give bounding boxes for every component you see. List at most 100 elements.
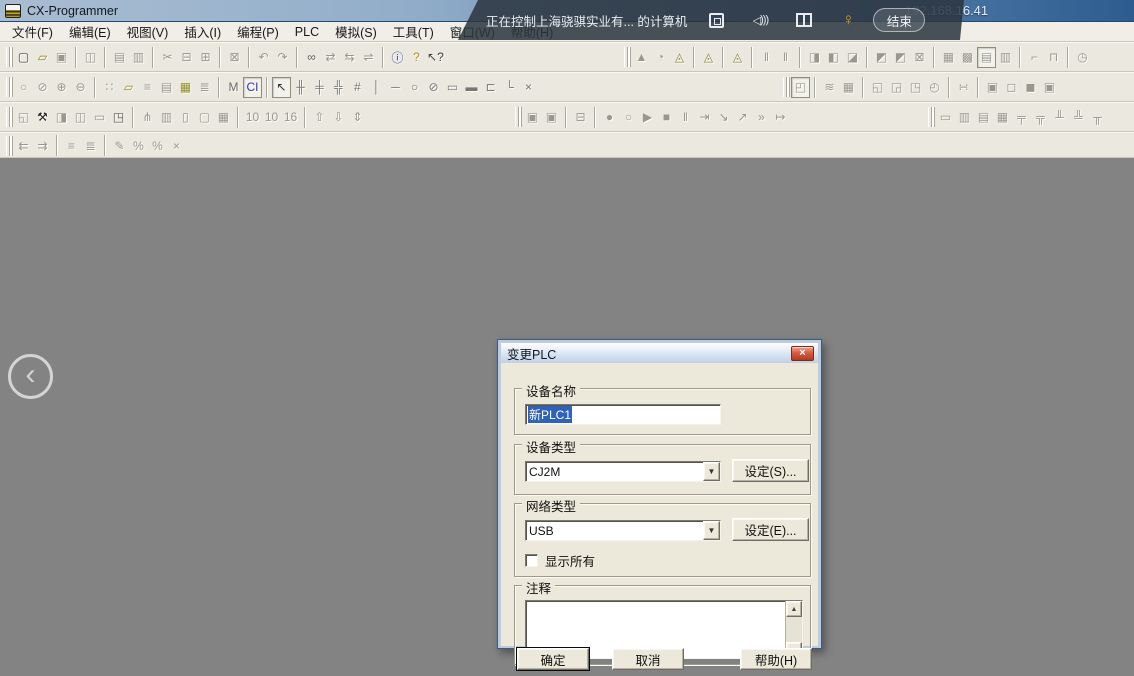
build-program-icon[interactable]: ⚒ [33,107,52,128]
address-reference-icon[interactable]: ▯ [176,107,195,128]
save-icon[interactable]: ▣ [52,47,71,68]
menu-view[interactable]: 视图(V) [119,20,177,43]
function-block-icon[interactable]: ⊏ [481,77,500,98]
coil-nc-icon[interactable]: ⊘ [424,77,443,98]
sim-run-icon[interactable]: ▶ [638,107,657,128]
force-cancel-icon[interactable]: ◴ [925,77,944,98]
monitor-window1-icon[interactable]: ▣ [983,77,1002,98]
pause-flag-clear-icon[interactable]: ○ [619,107,638,128]
cpu-unit-icon[interactable]: ▥ [955,107,974,128]
replace-ab-icon[interactable]: ⇌ [359,47,378,68]
or-contact-nc-icon[interactable]: # [348,77,367,98]
instruction-box-icon[interactable]: ▭ [443,77,462,98]
monitor-window4-icon[interactable]: ▣ [1040,77,1059,98]
dip-switch-icon[interactable]: ▥ [996,47,1015,68]
force-off-icon[interactable]: ◲ [887,77,906,98]
properties-icon[interactable]: ◳ [109,107,128,128]
menu-plc[interactable]: PLC [287,23,327,41]
indent-icon[interactable]: ⇉ [33,135,52,156]
horizontal-line-icon[interactable]: ─ [386,77,405,98]
monitor-stop-icon[interactable]: ⇩ [329,107,348,128]
compare-with-plc-icon[interactable]: ◪ [843,47,862,68]
connect-line-icon[interactable]: └ [500,77,519,98]
cancel-button[interactable]: 取消 [612,648,684,670]
inverted-instruction-icon[interactable]: ▬ [462,77,481,98]
differential-trace-icon[interactable]: ⌐ [1025,47,1044,68]
zoom-tool-icon[interactable]: ○ [14,77,33,98]
network-branch5-icon[interactable]: ╥ [1088,107,1107,128]
send-changes-icon[interactable]: ◩ [891,47,910,68]
toolbar-grip[interactable] [6,47,10,67]
data-trace-icon[interactable]: ≋ [820,77,839,98]
compile-all-icon[interactable]: ▲ [632,47,651,68]
watch-window-icon[interactable]: ◫ [71,107,90,128]
back-nav-button[interactable]: ‹ [8,354,53,399]
transfer-from-plc-icon[interactable]: ◧ [824,47,843,68]
vertical-line-icon[interactable]: │ [367,77,386,98]
memory-sheet-icon[interactable]: ▦ [214,107,233,128]
zoom-reset-icon[interactable]: ⊘ [33,77,52,98]
print-preview-icon[interactable]: ▥ [129,47,148,68]
chevron-down-icon[interactable]: ▼ [703,462,720,481]
select-tool-icon[interactable]: ↖ [272,77,291,98]
close-icon[interactable]: × [791,346,814,361]
watch-sheet-icon[interactable]: ▢ [195,107,214,128]
force-on-icon[interactable]: ◱ [868,77,887,98]
set-value-icon[interactable]: ∺ [954,77,973,98]
force-clear-pen-icon[interactable]: % [148,135,167,156]
plc-clock-icon[interactable]: ▭ [936,107,955,128]
menu-edit[interactable]: 编辑(E) [61,20,119,43]
rung-end-icon[interactable]: ≣ [81,135,100,156]
cut-icon[interactable]: ✂ [158,47,177,68]
show-window-icon[interactable]: ◱ [14,107,33,128]
comment-box-icon[interactable]: ▱ [119,77,138,98]
plc-verify-warning-icon[interactable]: ◬ [699,47,718,68]
end-session-button[interactable]: 结束 [873,8,925,32]
contact-no-icon[interactable]: ╫ [291,77,310,98]
zoom-out-icon[interactable]: ⊖ [71,77,90,98]
help-button[interactable]: 帮助(H) [740,648,812,670]
clock-icon[interactable]: ◷ [1073,47,1092,68]
device-type-settings-button[interactable]: 设定(S)... [732,459,809,482]
menu-file[interactable]: 文件(F) [4,20,61,43]
network-type-settings-button[interactable]: 设定(E)... [732,518,809,541]
monitor-run-icon[interactable]: ⇧ [310,107,329,128]
network-branch1-icon[interactable]: ╤ [1012,107,1031,128]
rung-wrap-icon[interactable]: ≡ [62,135,81,156]
grid-icon[interactable]: ∷ [100,77,119,98]
monitor-window3-icon[interactable]: ◼ [1021,77,1040,98]
paste-icon[interactable]: ⊞ [196,47,215,68]
network-branch2-icon[interactable]: ╦ [1031,107,1050,128]
chevron-down-icon[interactable]: ▼ [703,521,720,540]
toolbar-grip[interactable] [6,107,10,127]
toolbar-grip[interactable] [624,47,628,67]
device-type-select[interactable]: CJ2M ▼ [525,461,721,482]
step-end-icon[interactable]: ⇥ [695,107,714,128]
pause-when-icon[interactable]: ‖ [757,47,776,68]
force-toggle-icon[interactable]: ◳ [906,77,925,98]
continuous-run-icon[interactable]: » [752,107,771,128]
network-type-select[interactable]: USB ▼ [525,520,721,541]
step-over-icon[interactable]: ↗ [733,107,752,128]
zoom-in-icon[interactable]: ⊕ [52,77,71,98]
io-table-icon[interactable]: ▦ [939,47,958,68]
online-edit-icon[interactable]: ◩ [872,47,891,68]
toolbar-grip[interactable] [6,77,10,97]
pin-icon[interactable]: ♀ [837,10,859,30]
toolbar-grip[interactable] [783,77,787,97]
redo-icon[interactable]: ↷ [273,47,292,68]
signed-decimal-icon[interactable]: 10 [262,107,281,128]
scroll-up-icon[interactable]: ▲ [786,601,802,617]
rung-comment-icon[interactable]: ≡ [138,77,157,98]
or-contact-no-icon[interactable]: ╬ [329,77,348,98]
io-unit-icon[interactable]: ▤ [974,107,993,128]
transfer-warning-icon[interactable]: ◬ [728,47,747,68]
simulator-options-icon[interactable]: ⊟ [571,107,590,128]
menu-insert[interactable]: 插入(I) [176,20,229,43]
sim-stop-icon[interactable]: ■ [657,107,676,128]
force-set-pen-icon[interactable]: % [129,135,148,156]
copy-icon[interactable]: ⊟ [177,47,196,68]
mnemonic-view-icon[interactable]: M [224,77,243,98]
ok-button[interactable]: 确定 [517,648,589,670]
info-icon[interactable]: ⓘ [388,47,407,68]
